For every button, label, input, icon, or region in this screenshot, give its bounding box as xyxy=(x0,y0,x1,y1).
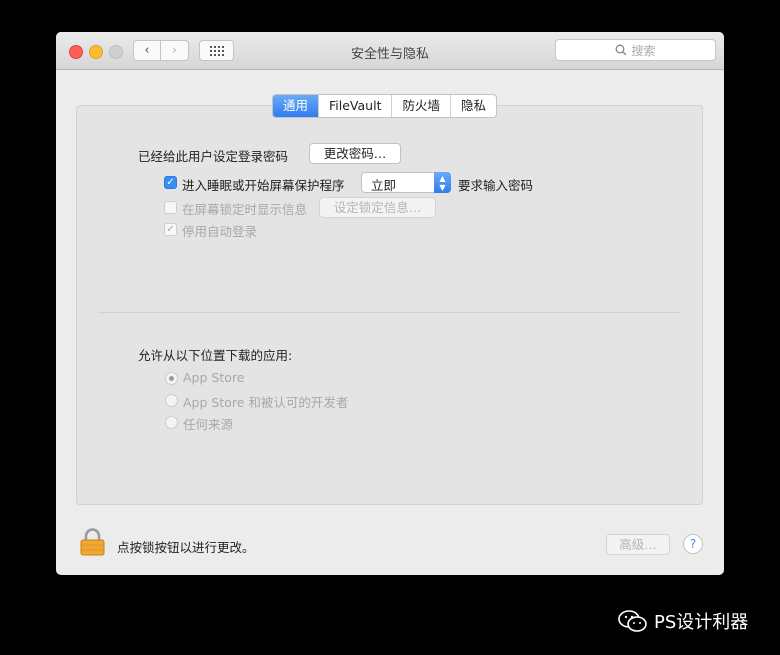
password-delay-value: 立即 xyxy=(371,178,397,193)
search-icon xyxy=(616,44,627,56)
advanced-button[interactable]: 高级… xyxy=(606,534,670,555)
tab-privacy[interactable]: 隐私 xyxy=(450,95,496,117)
preferences-window: ‹ › 安全性与隐私 搜索 通用 FileVault 防火墙 隐私 已经给此用户… xyxy=(56,32,724,575)
watermark: PS设计利器 xyxy=(618,608,748,634)
lock-instruction: 点按锁按钮以进行更改。 xyxy=(117,540,255,555)
title-bar: ‹ › 安全性与隐私 搜索 xyxy=(56,32,724,70)
show-message-label: 在屏幕锁定时显示信息 xyxy=(182,202,308,217)
radio-anywhere[interactable] xyxy=(165,416,178,429)
password-delay-select[interactable]: 立即 ▲ ▼ xyxy=(361,172,451,193)
lock-icon[interactable] xyxy=(80,528,105,556)
section-divider xyxy=(98,312,680,313)
show-message-checkbox[interactable] xyxy=(164,201,177,214)
downloads-heading: 允许从以下位置下载的应用: xyxy=(138,348,293,363)
disable-autologin-checkbox[interactable]: ✓ xyxy=(164,223,177,236)
help-button[interactable]: ? xyxy=(683,534,703,554)
settings-panel xyxy=(76,105,703,505)
password-label: 已经给此用户设定登录密码 xyxy=(138,149,289,164)
search-field[interactable]: 搜索 xyxy=(555,39,716,61)
radio-app-store-label: App Store xyxy=(183,370,245,385)
radio-identified-developers-label: App Store 和被认可的开发者 xyxy=(183,395,349,410)
search-placeholder: 搜索 xyxy=(631,43,656,58)
tab-filevault[interactable]: FileVault xyxy=(318,95,391,117)
tab-general[interactable]: 通用 xyxy=(273,95,319,117)
tab-bar: 通用 FileVault 防火墙 隐私 xyxy=(272,94,498,118)
checkmark-icon: ✓ xyxy=(166,177,175,188)
wechat-icon xyxy=(618,610,647,632)
radio-anywhere-label: 任何来源 xyxy=(183,417,234,432)
radio-app-store[interactable] xyxy=(165,372,178,385)
change-password-button[interactable]: 更改密码… xyxy=(309,143,401,164)
require-password-label: 进入睡眠或开始屏幕保护程序 xyxy=(182,178,345,193)
up-down-arrows-icon: ▲ ▼ xyxy=(434,172,451,193)
radio-identified-developers[interactable] xyxy=(165,394,178,407)
set-lock-message-button[interactable]: 设定锁定信息… xyxy=(319,197,436,218)
tab-firewall[interactable]: 防火墙 xyxy=(391,95,450,117)
disable-autologin-label: 停用自动登录 xyxy=(182,224,258,239)
checkmark-icon: ✓ xyxy=(166,224,175,235)
require-password-checkbox[interactable]: ✓ xyxy=(164,176,177,189)
watermark-text: PS设计利器 xyxy=(654,612,749,633)
require-password-suffix: 要求输入密码 xyxy=(458,178,534,193)
